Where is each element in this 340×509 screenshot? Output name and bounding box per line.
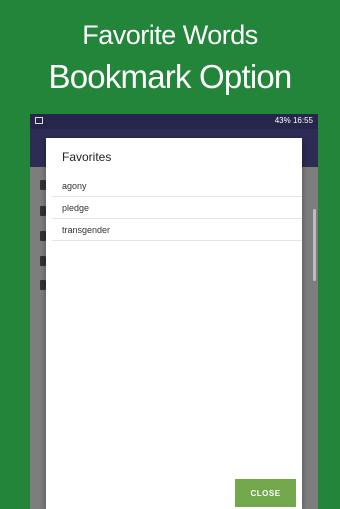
close-button[interactable]: CLOSE: [235, 479, 296, 507]
promo-title-line1: Favorite Words: [82, 20, 258, 50]
favorite-item[interactable]: pledge: [52, 197, 302, 219]
image-notification-icon: [35, 117, 43, 124]
status-bar-info: 43% 16:55: [274, 116, 313, 125]
phone-screen: 43% 16:55 Favorites agony pledge transge…: [30, 114, 318, 509]
status-bar: 43% 16:55: [30, 114, 318, 129]
promo-title-line2: Bookmark Option: [48, 58, 293, 95]
dialog-title: Favorites: [62, 150, 112, 164]
favorites-list: agony pledge transgender: [52, 175, 302, 241]
favorite-item[interactable]: transgender: [52, 219, 302, 241]
favorites-dialog: Favorites agony pledge transgender CLOSE: [46, 138, 302, 509]
scrollbar[interactable]: [313, 209, 316, 281]
favorite-item[interactable]: agony: [52, 175, 302, 197]
